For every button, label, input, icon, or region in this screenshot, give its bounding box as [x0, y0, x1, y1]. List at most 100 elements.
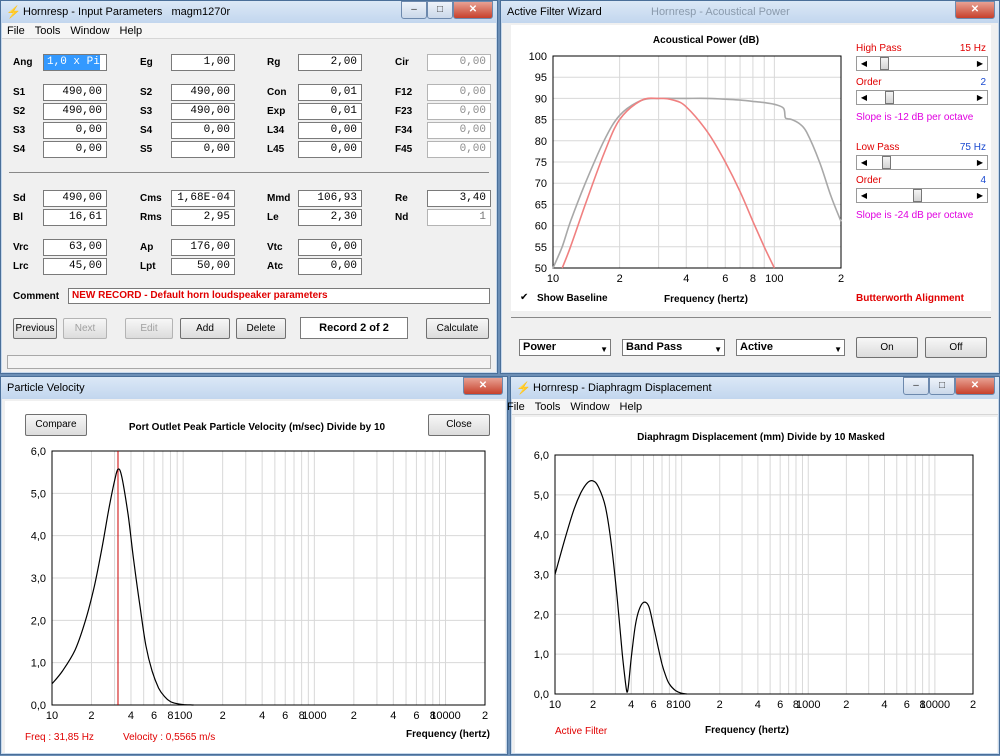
param-field-f45[interactable]: 0,00: [427, 141, 491, 158]
param-field-lpt[interactable]: 50,00: [171, 258, 235, 275]
hp-order-slider[interactable]: ◀ ▶: [856, 90, 988, 105]
param-label-lpt: Lpt: [140, 261, 156, 272]
param-field-cms[interactable]: 1,68E-04: [171, 190, 235, 207]
param-field-mmd[interactable]: 106,93: [298, 190, 362, 207]
lp-order-slider[interactable]: ◀ ▶: [856, 188, 988, 203]
param-field-s5[interactable]: 0,00: [171, 141, 235, 158]
slider-thumb[interactable]: [882, 156, 892, 169]
filter-wizard-titlebar[interactable]: Active Filter Wizard Hornresp - Acoustic…: [501, 1, 999, 23]
filter-state-select[interactable]: Active ▼: [736, 339, 845, 356]
param-field-nd[interactable]: 1: [427, 209, 491, 226]
alignment-label: Butterworth Alignment: [856, 293, 964, 304]
menu-item-help[interactable]: Help: [115, 23, 148, 37]
slider-thumb[interactable]: [884, 91, 894, 104]
low-pass-slider[interactable]: ◀ ▶: [856, 155, 988, 170]
slider-left-arrow-icon[interactable]: ◀: [857, 156, 871, 169]
on-button[interactable]: On: [856, 337, 918, 358]
param-field-s1[interactable]: 490,00: [43, 84, 107, 101]
off-button[interactable]: Off: [925, 337, 987, 358]
param-label-s3: S3: [13, 125, 26, 136]
param-field-atc[interactable]: 0,00: [298, 258, 362, 275]
show-baseline-checkbox[interactable]: ✔: [520, 293, 530, 303]
compare-button[interactable]: Compare: [25, 414, 87, 436]
show-baseline-label[interactable]: Show Baseline: [537, 293, 608, 304]
high-pass-slider[interactable]: ◀ ▶: [856, 56, 988, 71]
param-field-vrc[interactable]: 63,00: [43, 239, 107, 256]
param-field-le[interactable]: 2,30: [298, 209, 362, 226]
x-tick-label: 6: [904, 699, 910, 711]
param-field-f34[interactable]: 0,00: [427, 122, 491, 139]
param-field-exp[interactable]: 0,01: [298, 103, 362, 120]
param-field-s4[interactable]: 0,00: [43, 141, 107, 158]
particle-velocity-titlebar[interactable]: Particle Velocity: [1, 377, 507, 399]
menu-item-window[interactable]: Window: [565, 399, 614, 413]
param-field-f23[interactable]: 0,00: [427, 103, 491, 120]
x-tick-label: 2: [220, 710, 226, 722]
slider-left-arrow-icon[interactable]: ◀: [857, 189, 871, 202]
high-pass-value: 15 Hz: [959, 43, 986, 54]
series-line-0: [51, 468, 194, 706]
delete-button[interactable]: Delete: [236, 318, 286, 339]
close-button[interactable]: ✕: [453, 1, 493, 19]
menu-item-tools[interactable]: Tools: [530, 399, 566, 413]
y-tick-label: 3,0: [534, 570, 549, 582]
param-label-le: Le: [267, 212, 279, 223]
param-field-bl[interactable]: 16,61: [43, 209, 107, 226]
param-field-l34[interactable]: 0,00: [298, 122, 362, 139]
previous-button[interactable]: Previous: [13, 318, 57, 339]
close-button[interactable]: ✕: [955, 1, 995, 19]
slider-right-arrow-icon[interactable]: ▶: [973, 189, 987, 202]
param-field-rms[interactable]: 2,95: [171, 209, 235, 226]
param-field-re[interactable]: 3,40: [427, 190, 491, 207]
slider-right-arrow-icon[interactable]: ▶: [973, 91, 987, 104]
menu-item-file[interactable]: File: [502, 399, 530, 413]
param-field-cir[interactable]: 0,00: [427, 54, 491, 71]
maximize-button[interactable]: □: [929, 377, 955, 395]
x-tick-label: 4: [683, 273, 689, 285]
minimize-button[interactable]: –: [903, 377, 929, 395]
edit-button[interactable]: Edit: [125, 318, 173, 339]
close-button[interactable]: ✕: [463, 377, 503, 395]
comment-field[interactable]: NEW RECORD - Default horn loudspeaker pa…: [68, 288, 490, 304]
calculate-button[interactable]: Calculate: [426, 318, 489, 339]
param-field-ang[interactable]: 1,0 x Pi: [43, 54, 107, 71]
param-field-ap[interactable]: 176,00: [171, 239, 235, 256]
param-field-eg[interactable]: 1,00: [171, 54, 235, 71]
menu-item-tools[interactable]: Tools: [30, 23, 66, 37]
close-button[interactable]: ✕: [955, 377, 995, 395]
menu-item-help[interactable]: Help: [615, 399, 648, 413]
param-field-con[interactable]: 0,01: [298, 84, 362, 101]
param-field-rg[interactable]: 2,00: [298, 54, 362, 71]
filter-mode-select[interactable]: Band Pass ▼: [622, 339, 725, 356]
slider-thumb[interactable]: [880, 57, 890, 70]
close-chart-button[interactable]: Close: [428, 414, 490, 436]
param-field-s2[interactable]: 490,00: [171, 84, 235, 101]
slider-right-arrow-icon[interactable]: ▶: [973, 57, 987, 70]
active-filter-annotation: Active Filter: [555, 726, 608, 737]
slider-right-arrow-icon[interactable]: ▶: [973, 156, 987, 169]
lp-slope-text: Slope is -24 dB per octave: [856, 210, 974, 221]
slider-left-arrow-icon[interactable]: ◀: [857, 91, 871, 104]
slider-left-arrow-icon[interactable]: ◀: [857, 57, 871, 70]
param-field-s3[interactable]: 0,00: [43, 122, 107, 139]
response-type-select[interactable]: Power ▼: [519, 339, 611, 356]
next-button[interactable]: Next: [63, 318, 107, 339]
param-field-f12[interactable]: 0,00: [427, 84, 491, 101]
param-field-vtc[interactable]: 0,00: [298, 239, 362, 256]
minimize-button[interactable]: –: [401, 1, 427, 19]
param-field-lrc[interactable]: 45,00: [43, 258, 107, 275]
slider-thumb[interactable]: [912, 189, 922, 202]
maximize-button[interactable]: □: [427, 1, 453, 19]
param-field-s4[interactable]: 0,00: [171, 122, 235, 139]
x-tick-label: 8: [167, 710, 173, 722]
menu-item-file[interactable]: File: [2, 23, 30, 37]
menu-item-window[interactable]: Window: [65, 23, 114, 37]
param-field-sd[interactable]: 490,00: [43, 190, 107, 207]
param-field-s3[interactable]: 490,00: [171, 103, 235, 120]
param-field-s2[interactable]: 490,00: [43, 103, 107, 120]
x-axis-label: Frequency (hertz): [664, 294, 748, 305]
add-button[interactable]: Add: [180, 318, 230, 339]
param-field-l45[interactable]: 0,00: [298, 141, 362, 158]
low-pass-value: 75 Hz: [959, 142, 986, 153]
param-label-con: Con: [267, 87, 287, 98]
